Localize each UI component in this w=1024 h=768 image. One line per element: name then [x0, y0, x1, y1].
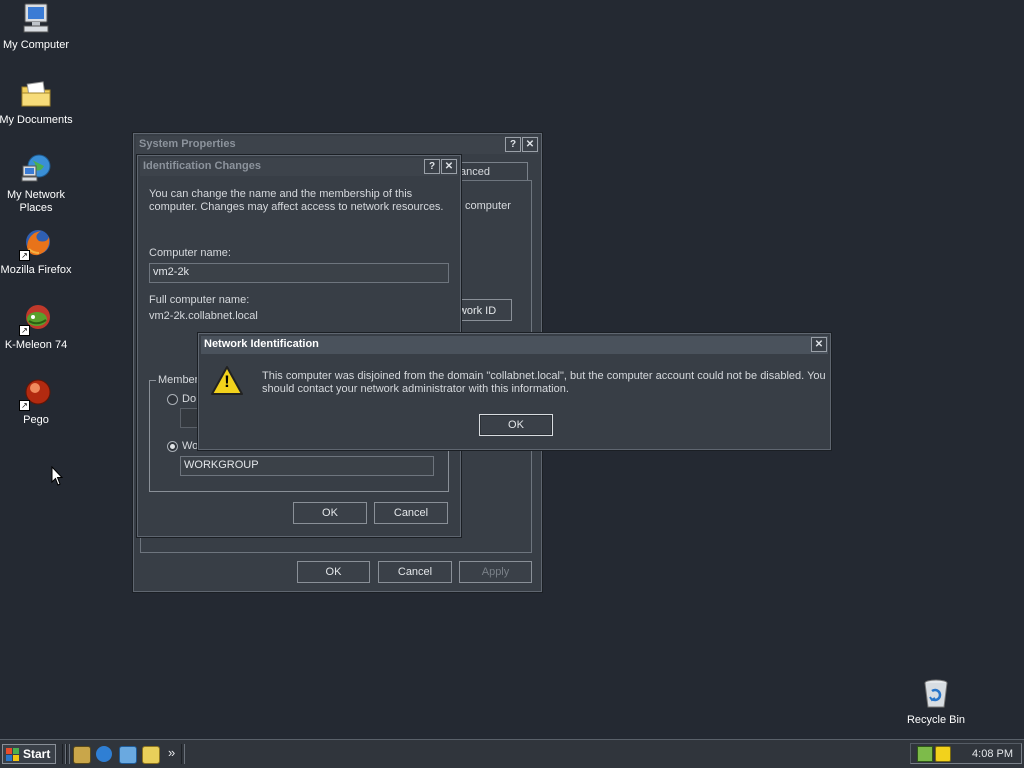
network-identification-titlebar[interactable]: Network Identification ✕ — [201, 336, 828, 354]
workgroup-radio[interactable] — [167, 441, 178, 452]
icon-label-line2: Places — [19, 202, 53, 214]
domain-radio[interactable] — [167, 394, 178, 405]
intro-text-line2: computer. Changes may affect access to n… — [149, 201, 444, 213]
icon-label: Pego — [23, 414, 49, 426]
recycle-bin-icon — [919, 677, 953, 711]
network-places-icon — [19, 152, 53, 186]
close-button[interactable]: ✕ — [522, 137, 538, 152]
icon-label: Recycle Bin — [906, 714, 966, 726]
pego-icon: ↗ — [19, 377, 53, 411]
show-desktop-icon[interactable] — [73, 746, 91, 764]
outlook-express-icon[interactable] — [119, 746, 137, 764]
network-identification-dialog: Network Identification ✕ ! This computer… — [198, 333, 831, 450]
icon-label: My Documents — [0, 114, 73, 126]
desktop-icon-pego[interactable]: ↗ Pego — [0, 377, 76, 427]
ok-button[interactable]: OK — [293, 502, 367, 524]
icon-label: Mozilla Firefox — [0, 264, 72, 276]
window-title: System Properties — [139, 138, 236, 150]
shortcut-arrow-icon: ↗ — [19, 250, 30, 261]
taskbar-separator — [66, 744, 70, 764]
close-button[interactable]: ✕ — [811, 337, 827, 352]
clock[interactable]: 4:08 PM — [972, 748, 1013, 760]
desktop-icon-my-documents[interactable]: My Documents — [0, 77, 76, 127]
button-label: twork ID — [455, 305, 497, 317]
icon-label: My Network — [6, 189, 66, 201]
taskbar-separator — [181, 744, 185, 764]
desktop-icon-my-computer[interactable]: My Computer — [0, 2, 76, 52]
full-computer-name-label: Full computer name: — [149, 294, 250, 306]
taskbar: Start » 4:08 PM — [0, 739, 1024, 768]
domain-radio-label: Do — [182, 393, 197, 405]
computer-name-label: Computer name: — [149, 247, 231, 259]
k-meleon-icon: ↗ — [19, 302, 53, 336]
volume-tray-icon[interactable] — [935, 746, 951, 762]
cancel-button[interactable]: Cancel — [378, 561, 452, 583]
dialog-title: Network Identification — [204, 338, 319, 350]
windows-logo-icon — [6, 748, 19, 761]
cancel-button[interactable]: Cancel — [374, 502, 448, 524]
start-button[interactable]: Start — [2, 744, 56, 764]
warning-icon: ! — [210, 364, 244, 398]
workgroup-input[interactable]: WORKGROUP — [180, 456, 434, 476]
network-id-description: computer — [465, 200, 511, 212]
intro-text-line1: You can change the name and the membersh… — [149, 188, 413, 200]
icon-label: My Computer — [2, 39, 70, 51]
tab-advanced[interactable]: anced — [456, 162, 528, 180]
my-computer-icon — [19, 2, 53, 36]
tab-label: anced — [460, 166, 490, 178]
internet-explorer-icon[interactable] — [96, 746, 112, 762]
member-of-label: Member — [156, 374, 201, 386]
apply-button[interactable]: Apply — [459, 561, 532, 583]
warning-glyph: ! — [224, 372, 230, 391]
identification-changes-titlebar[interactable]: Identification Changes ? ✕ — [140, 158, 458, 176]
desktop-icon-mozilla-firefox[interactable]: ↗ Mozilla Firefox — [0, 227, 76, 277]
message-line2: should contact your network administrato… — [262, 383, 569, 395]
mouse-cursor-icon — [51, 466, 64, 486]
firefox-icon: ↗ — [19, 227, 53, 261]
message-line1: This computer was disjoined from the dom… — [262, 370, 826, 382]
quick-launch-chevron[interactable]: » — [168, 745, 175, 760]
folder-icon — [19, 77, 53, 111]
help-button[interactable]: ? — [424, 159, 440, 174]
network-tray-icon[interactable] — [917, 746, 933, 762]
explorer-icon[interactable] — [142, 746, 160, 764]
start-label: Start — [23, 747, 51, 761]
desktop-icon-k-meleon[interactable]: ↗ K-Meleon 74 — [0, 302, 76, 352]
shortcut-arrow-icon: ↗ — [19, 325, 30, 336]
ok-button[interactable]: OK — [479, 414, 553, 436]
desktop-icon-my-network-places[interactable]: My Network Places — [0, 152, 76, 215]
dialog-title: Identification Changes — [143, 160, 261, 172]
icon-label: K-Meleon 74 — [4, 339, 68, 351]
computer-name-input[interactable]: vm2-2k — [149, 263, 449, 283]
full-computer-name-value: vm2-2k.collabnet.local — [149, 310, 258, 322]
system-tray: 4:08 PM — [910, 743, 1022, 764]
ok-button[interactable]: OK — [297, 561, 370, 583]
system-properties-titlebar[interactable]: System Properties ? ✕ — [136, 136, 539, 154]
help-button[interactable]: ? — [505, 137, 521, 152]
desktop-icon-recycle-bin[interactable]: Recycle Bin — [896, 677, 976, 727]
shortcut-arrow-icon: ↗ — [19, 400, 30, 411]
close-button[interactable]: ✕ — [441, 159, 457, 174]
workgroup-radio-label: Wo — [182, 440, 199, 452]
